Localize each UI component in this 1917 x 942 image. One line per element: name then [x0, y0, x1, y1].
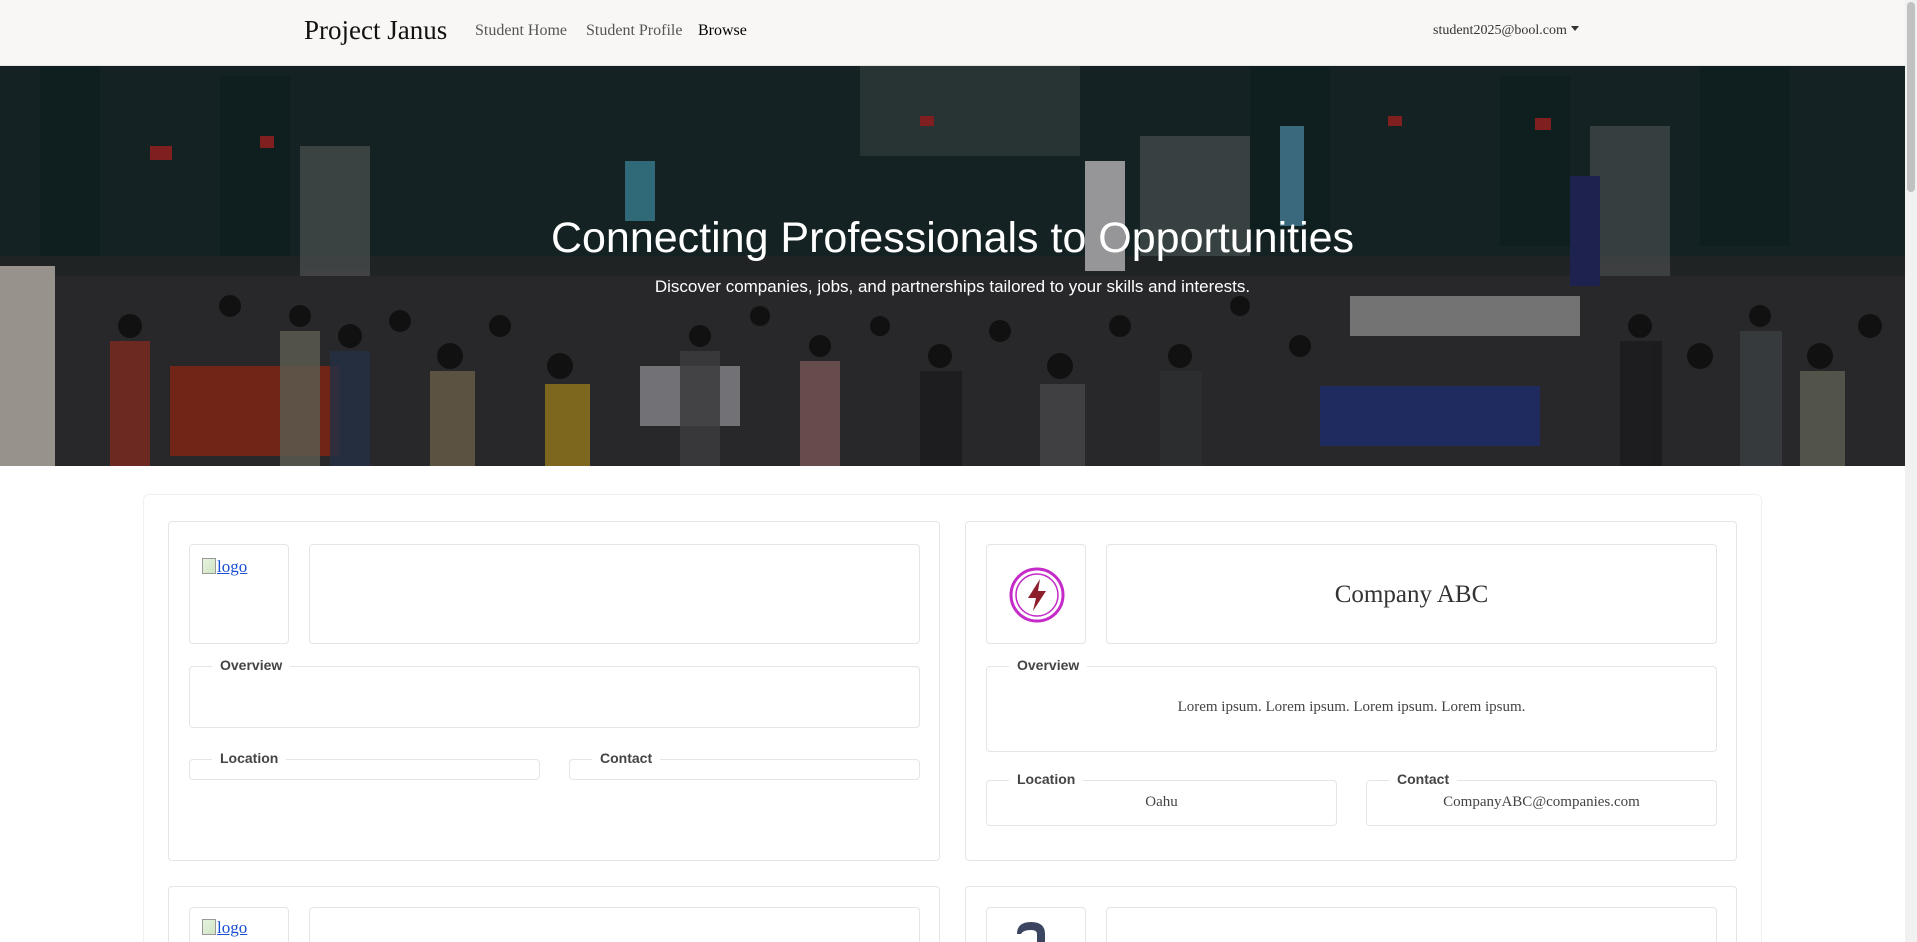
broken-image-icon: [202, 558, 216, 574]
brand-logo[interactable]: Project Janus: [304, 15, 447, 46]
location-label: Location: [212, 750, 287, 766]
contact-fieldset: Contact: [569, 750, 920, 780]
company-card[interactable]: Company ABC Overview Lorem ipsum. Lorem …: [965, 521, 1737, 861]
navbar: Project Janus Student Home Student Profi…: [0, 0, 1905, 66]
company-card[interactable]: logo Overview Location Contact: [168, 521, 940, 861]
scrollbar-track[interactable]: [1905, 0, 1917, 942]
logo-box: logo: [189, 544, 289, 644]
overview-label: Overview: [212, 657, 291, 673]
overview-fieldset: Overview Lorem ipsum. Lorem ipsum. Lorem…: [986, 657, 1717, 752]
scrollbar-thumb[interactable]: [1907, 2, 1915, 192]
nav-student-home[interactable]: Student Home: [475, 22, 567, 40]
hero-subtitle: Discover companies, jobs, and partnershi…: [654, 277, 1251, 296]
overview-fieldset: Overview: [189, 657, 920, 728]
contact-text: CompanyABC@companies.com: [1443, 794, 1640, 810]
company-name-box: [1106, 907, 1717, 942]
location-fieldset: Location: [189, 750, 540, 780]
caret-down-icon: [1570, 26, 1579, 31]
hero-title: Connecting Professionals to Opportunitie…: [550, 214, 1355, 262]
logo-box: [986, 907, 1086, 942]
logo-box: [986, 544, 1086, 644]
company-logo-icon: [1017, 922, 1045, 942]
company-name-box: [309, 907, 920, 942]
company-name: Company ABC: [1334, 581, 1489, 608]
hero-overlay: [0, 66, 1905, 466]
logo-box: logo: [189, 907, 289, 942]
user-email: student2025@bool.com: [1433, 23, 1567, 38]
broken-image-icon: [202, 919, 216, 935]
broken-logo-image: logo: [202, 557, 247, 577]
overview-label: Overview: [1009, 657, 1088, 673]
location-fieldset: Location Oahu: [986, 771, 1337, 826]
contact-label: Contact: [592, 750, 661, 766]
location-text: Oahu: [1145, 794, 1178, 810]
nav-browse[interactable]: Browse: [698, 22, 747, 40]
contact-fieldset: Contact CompanyABC@companies.com: [1366, 771, 1717, 826]
company-logo-lightning-icon: [1009, 567, 1065, 623]
company-card[interactable]: logo: [168, 886, 940, 942]
user-dropdown[interactable]: student2025@bool.com: [1433, 23, 1579, 39]
company-card[interactable]: [965, 886, 1737, 942]
hero-banner: Connecting Professionals to Opportunitie…: [0, 66, 1905, 466]
overview-text: Lorem ipsum. Lorem ipsum. Lorem ipsum. L…: [1177, 699, 1526, 715]
location-label: Location: [1009, 771, 1084, 787]
contact-label: Contact: [1389, 771, 1458, 787]
company-name-box: [309, 544, 920, 644]
company-name-box: Company ABC: [1106, 544, 1717, 644]
broken-logo-image: logo: [202, 918, 247, 938]
nav-student-profile[interactable]: Student Profile: [586, 22, 682, 40]
